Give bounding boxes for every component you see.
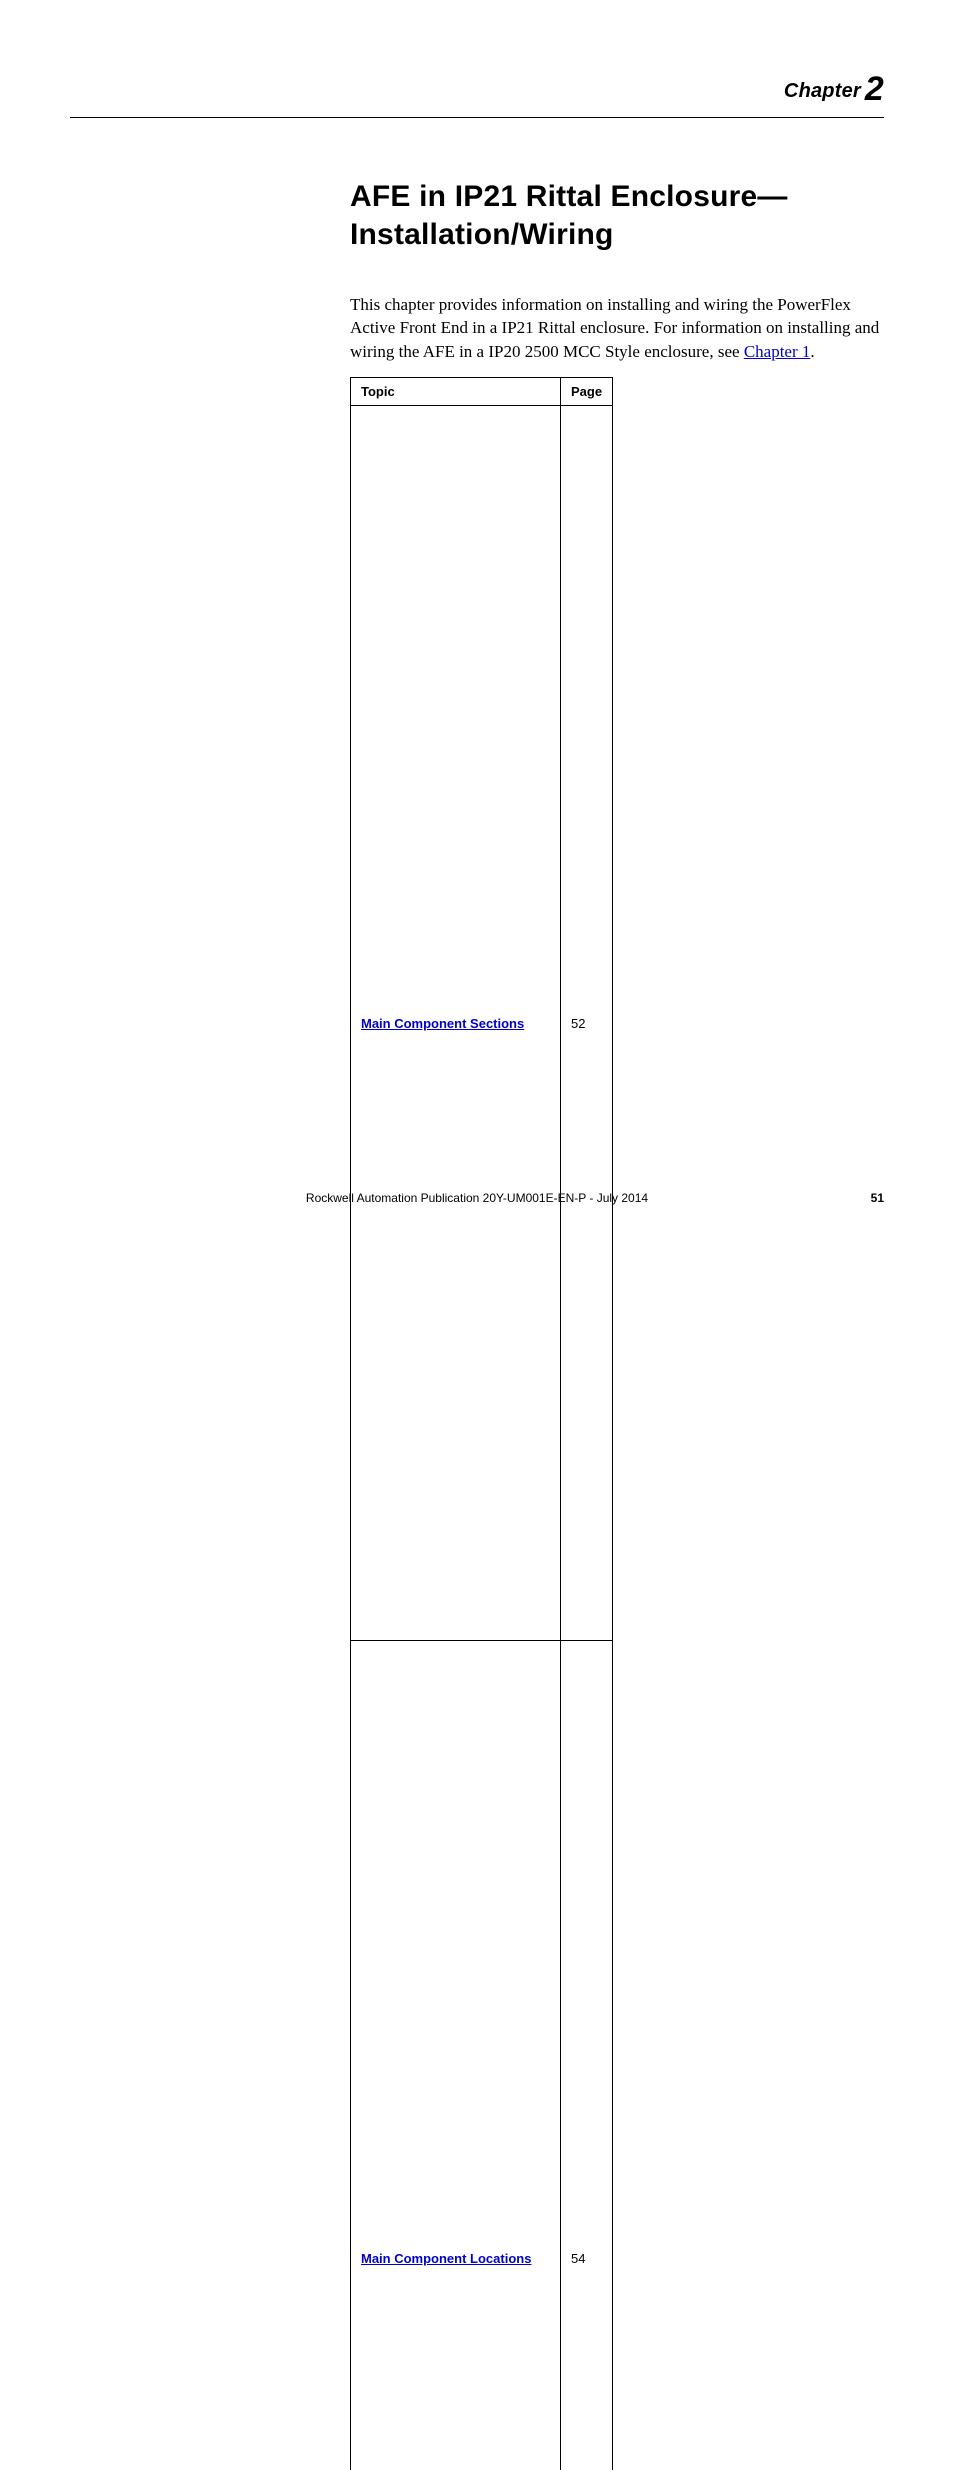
toc-header-row: Topic Page (351, 378, 613, 406)
page: Chapter2 AFE in IP21 Rittal Enclosure—In… (0, 0, 954, 1235)
footer-page-number: 51 (844, 1191, 884, 1205)
toc-header-topic: Topic (351, 378, 561, 406)
chapter-word: Chapter (784, 80, 861, 102)
toc-topic-link[interactable]: Main Component Sections (361, 1016, 524, 1031)
toc-page-cell: 54 (561, 1641, 613, 2470)
toc-topic-cell: Main Component Sections (351, 406, 561, 1641)
toc-row: Main Component Locations 54 (351, 1641, 613, 2470)
intro-paragraph: This chapter provides information on ins… (350, 293, 884, 363)
toc-page-cell: 52 (561, 406, 613, 1641)
page-footer: Rockwell Automation Publication 20Y-UM00… (70, 1191, 884, 1205)
toc-table: Topic Page Main Component Sections52Main… (350, 377, 613, 2470)
rule-top (70, 117, 884, 118)
content-column: AFE in IP21 Rittal Enclosure—Installatio… (350, 178, 884, 2470)
toc-topic-link[interactable]: Main Component Locations (361, 2251, 531, 2266)
chapter-number: 2 (865, 70, 884, 108)
link-chapter-1[interactable]: Chapter 1 (744, 342, 811, 361)
toc-header-page: Page (561, 378, 613, 406)
page-title: AFE in IP21 Rittal Enclosure—Installatio… (350, 178, 884, 253)
toc-topic-cell: Main Component Locations (351, 1641, 561, 2470)
chapter-label: Chapter2 (70, 70, 884, 109)
intro-text-2: . (810, 342, 814, 361)
toc-row: Main Component Sections 52 (351, 406, 613, 1641)
footer-publication: Rockwell Automation Publication 20Y-UM00… (110, 1191, 844, 1205)
